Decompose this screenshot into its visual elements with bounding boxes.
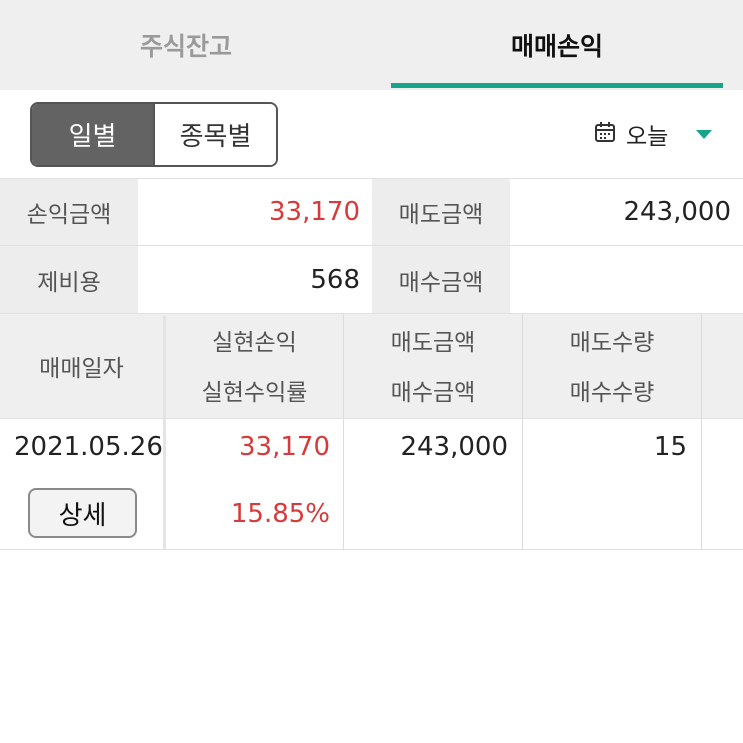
row-realized-rate: 15.85% bbox=[230, 499, 330, 529]
tab-trade-pnl[interactable]: 매매손익 bbox=[391, 0, 723, 90]
row-sell-amount: 243,000 bbox=[400, 432, 508, 462]
detail-button[interactable]: 상세 bbox=[28, 488, 137, 538]
header-realized-pnl: 실현손익 bbox=[212, 330, 297, 356]
header-sell-amount: 매도금액 bbox=[390, 330, 476, 356]
date-filter-label: 오늘 bbox=[626, 124, 669, 150]
row-sell-qty: 15 bbox=[653, 432, 687, 462]
header-sell-qty: 매도수량 bbox=[569, 330, 655, 356]
tab-stock-balance[interactable]: 주식잔고 bbox=[0, 0, 372, 90]
pnl-value: 33,170 bbox=[269, 197, 360, 227]
row-realized-pnl: 33,170 bbox=[239, 432, 330, 462]
fee-value: 568 bbox=[310, 264, 360, 295]
buy-amount-value bbox=[510, 246, 743, 313]
header-buy-qty: 매수수량 bbox=[569, 380, 655, 406]
pnl-label: 손익금액 bbox=[0, 179, 138, 245]
sell-amount-label: 매도금액 bbox=[372, 179, 510, 245]
view-mode-segment: 일별 종목별 bbox=[30, 102, 278, 167]
header-realized-rate: 실현수익률 bbox=[201, 380, 308, 406]
active-tab-indicator bbox=[391, 83, 723, 88]
buy-amount-label: 매수금액 bbox=[372, 246, 510, 313]
row-trade-date: 2021.05.26 bbox=[14, 432, 163, 462]
row-buy-qty bbox=[523, 492, 687, 536]
segment-daily-button[interactable]: 일별 bbox=[32, 104, 153, 165]
header-buy-amount: 매수금액 bbox=[390, 380, 476, 406]
row-buy-amount bbox=[344, 492, 508, 536]
fee-label: 제비용 bbox=[0, 246, 138, 313]
divider bbox=[0, 549, 743, 550]
sell-amount-value: 243,000 bbox=[623, 197, 731, 227]
segment-by-stock-button[interactable]: 종목별 bbox=[153, 104, 276, 165]
calendar-icon bbox=[594, 121, 616, 147]
chevron-down-icon bbox=[696, 129, 713, 139]
header-trade-date: 매매일자 bbox=[39, 356, 124, 382]
date-filter-dropdown[interactable]: 오늘 bbox=[594, 112, 729, 156]
